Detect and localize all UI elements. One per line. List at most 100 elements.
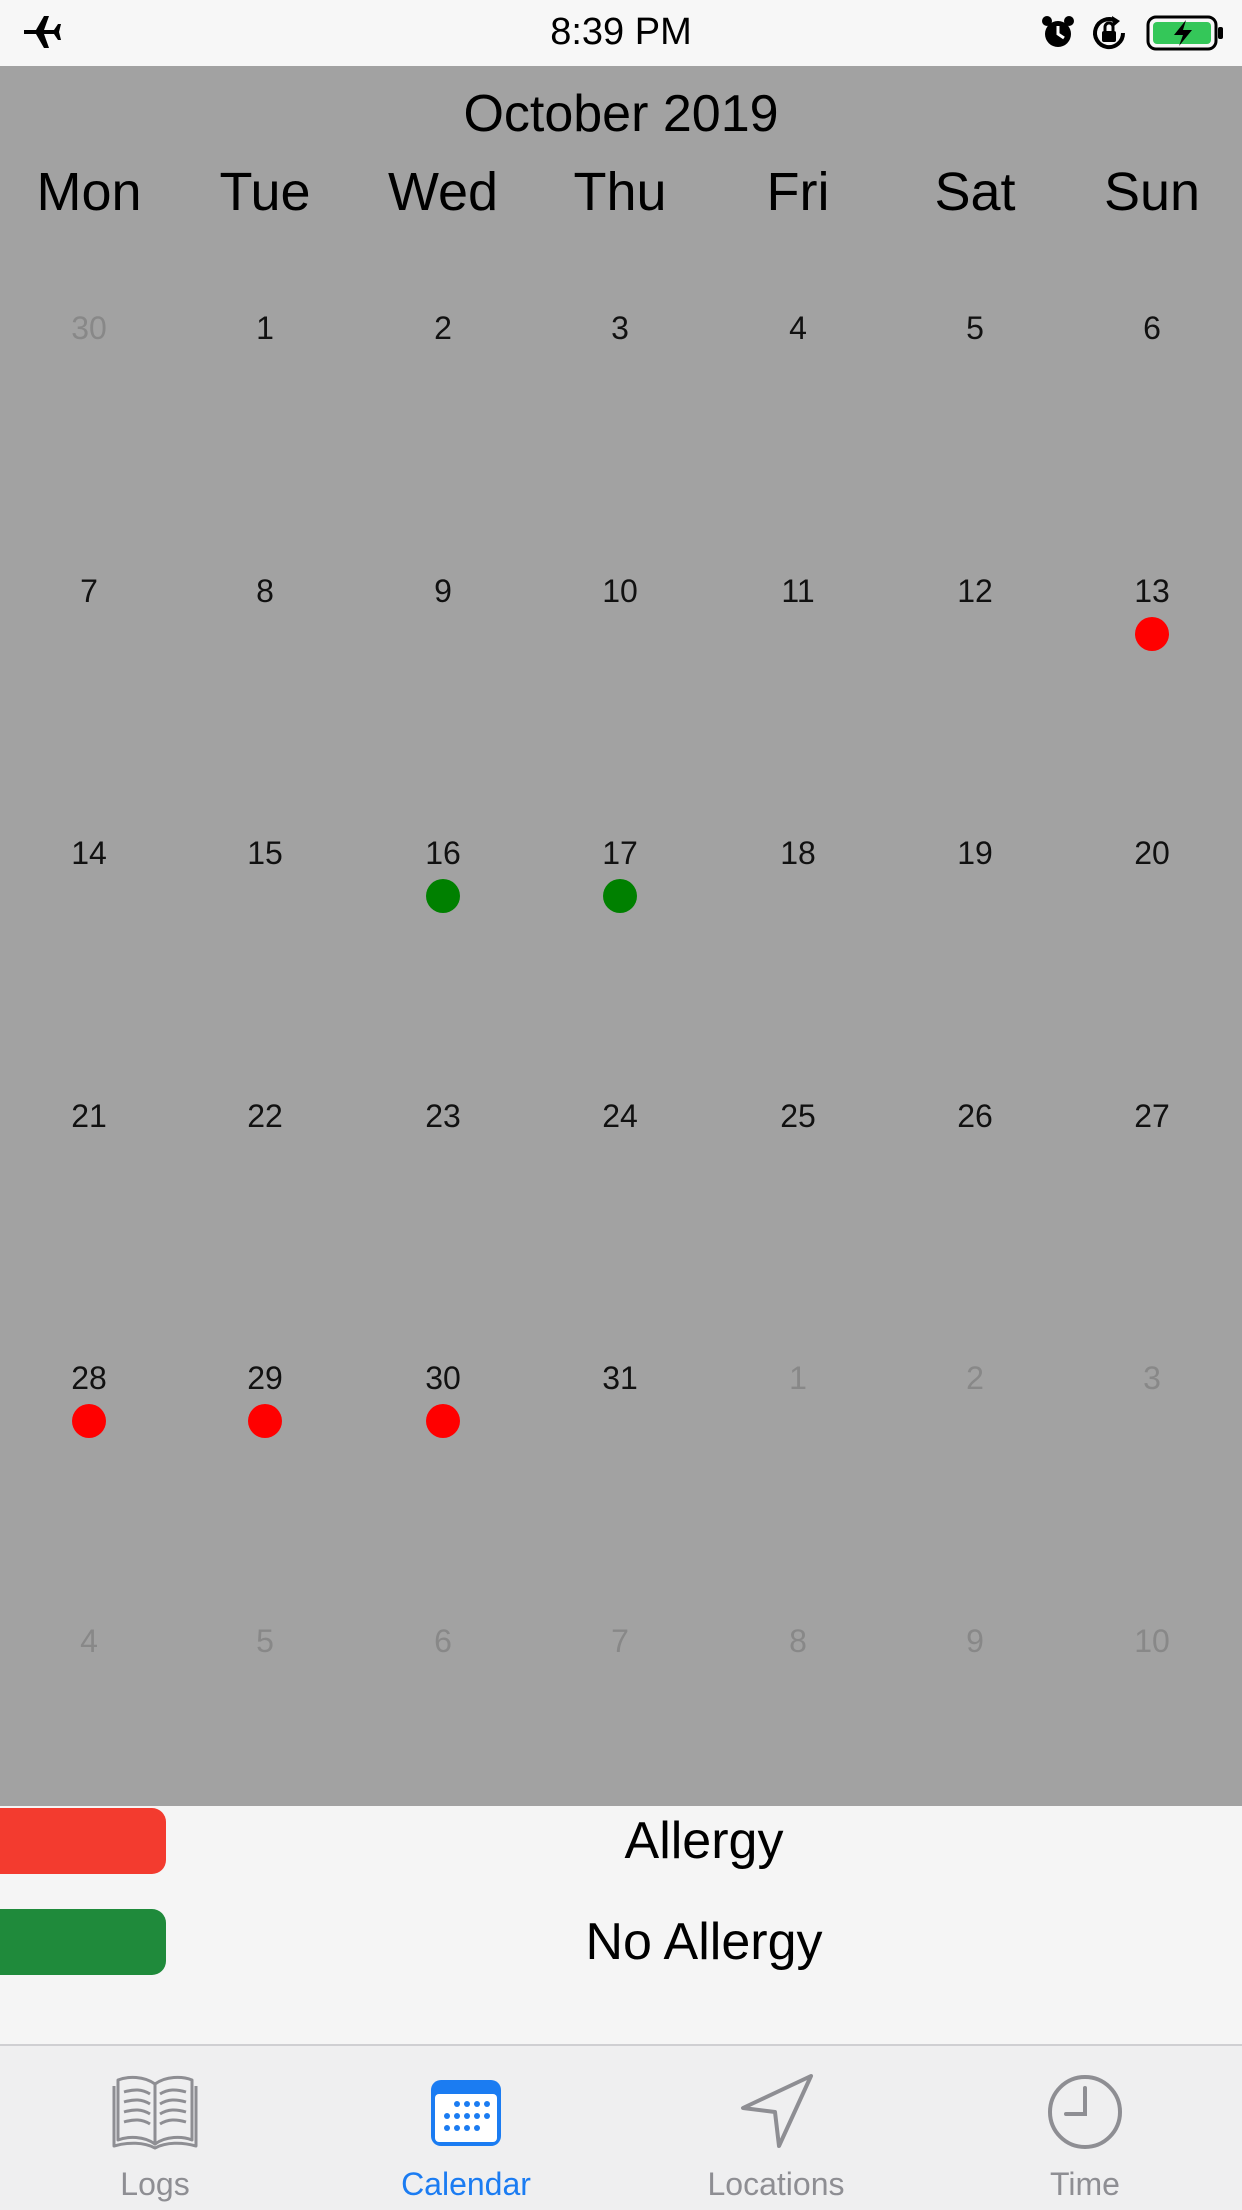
day-number: 30 — [425, 1360, 461, 1396]
weekday-label: Sat — [934, 162, 1016, 222]
legend-label: No Allergy — [585, 1913, 823, 1971]
weekday-label: Thu — [573, 162, 667, 222]
day-cell[interactable]: 15 — [176, 821, 354, 1083]
day-number: 5 — [966, 310, 984, 346]
day-cell[interactable]: 7 — [0, 559, 178, 821]
day-cell[interactable]: 25 — [709, 1084, 887, 1346]
day-cell[interactable]: 14 — [0, 821, 178, 1083]
day-cell[interactable]: 6 — [1063, 296, 1241, 558]
no-allergy-marker — [426, 879, 460, 913]
day-number: 3 — [611, 310, 629, 346]
day-number: 8 — [789, 1623, 807, 1659]
day-number: 23 — [425, 1098, 461, 1134]
day-number: 4 — [80, 1623, 98, 1659]
day-cell[interactable]: 4 — [709, 296, 887, 558]
allergy-marker — [72, 1404, 106, 1438]
day-cell[interactable]: 17 — [531, 821, 709, 1083]
day-cell[interactable]: 1 — [176, 296, 354, 558]
day-cell[interactable]: 26 — [886, 1084, 1064, 1346]
orientation-lock-icon — [1093, 16, 1126, 50]
day-cell[interactable]: 3 — [1063, 1346, 1241, 1608]
day-cell[interactable]: 27 — [1063, 1084, 1241, 1346]
day-number: 14 — [71, 835, 107, 871]
day-number: 3 — [1143, 1360, 1161, 1396]
day-number: 12 — [957, 573, 993, 609]
day-number: 29 — [247, 1360, 283, 1396]
day-cell[interactable]: 8 — [176, 559, 354, 821]
day-number: 30 — [71, 310, 107, 346]
day-number: 15 — [247, 835, 283, 871]
day-cell[interactable]: 21 — [0, 1084, 178, 1346]
day-number: 8 — [256, 573, 274, 609]
day-number: 16 — [425, 835, 461, 871]
weekday-label: Fri — [766, 162, 830, 222]
day-number: 6 — [1143, 310, 1161, 346]
day-cell[interactable]: 29 — [176, 1346, 354, 1608]
day-cell[interactable]: 11 — [709, 559, 887, 821]
weekday-label: Mon — [36, 162, 142, 222]
day-cell[interactable]: 2 — [886, 1346, 1064, 1608]
tab-logs[interactable]: Logs — [5, 2046, 305, 2210]
day-cell[interactable]: 30 — [354, 1346, 532, 1608]
day-cell[interactable]: 22 — [176, 1084, 354, 1346]
day-number: 27 — [1134, 1098, 1170, 1134]
day-number: 25 — [780, 1098, 816, 1134]
day-cell[interactable]: 13 — [1063, 559, 1241, 821]
day-number: 9 — [966, 1623, 984, 1659]
allergy-marker — [1135, 617, 1169, 651]
day-number: 11 — [781, 573, 815, 609]
day-number: 7 — [80, 573, 98, 609]
day-number: 9 — [434, 573, 452, 609]
day-cell[interactable]: 31 — [531, 1346, 709, 1608]
day-number: 20 — [1134, 835, 1170, 871]
day-grid: 30 1 2 3 4 5 6 7 8 9 10 11 12 13 14 15 16 17 18 19 20 21 22 23 2… — [0, 296, 1242, 1806]
tab-locations[interactable]: Locations — [626, 2046, 926, 2210]
day-number: 6 — [434, 1623, 452, 1659]
day-number: 21 — [71, 1098, 107, 1134]
legend-swatch — [0, 1909, 166, 1975]
day-cell[interactable]: 10 — [531, 559, 709, 821]
no-allergy-marker — [603, 879, 637, 913]
day-number: 19 — [957, 835, 993, 871]
month-title: October 2019 — [463, 85, 779, 143]
day-number: 22 — [247, 1098, 283, 1134]
day-cell[interactable]: 16 — [354, 821, 532, 1083]
day-cell[interactable]: 19 — [886, 821, 1064, 1083]
day-number: 2 — [434, 310, 452, 346]
weekday-label: Sun — [1103, 162, 1201, 222]
location-arrow-icon — [741, 2074, 813, 2148]
legend-swatch — [0, 1808, 166, 1874]
tab-calendar[interactable]: Calendar — [316, 2046, 616, 2210]
day-cell[interactable]: 5 — [886, 296, 1064, 558]
book-icon — [112, 2075, 198, 2150]
day-cell[interactable]: 3 — [531, 296, 709, 558]
day-number: 5 — [256, 1623, 274, 1659]
day-cell[interactable]: 30 — [0, 296, 178, 558]
day-cell[interactable]: 2 — [354, 296, 532, 558]
day-cell[interactable]: 1 — [709, 1346, 887, 1608]
status-bar: 8:39 PM — [0, 0, 1242, 66]
day-cell[interactable]: 18 — [709, 821, 887, 1083]
legend-label: Allergy — [624, 1812, 784, 1870]
day-cell[interactable]: 24 — [531, 1084, 709, 1346]
day-cell[interactable]: 23 — [354, 1084, 532, 1346]
tab-label: Time — [1050, 2166, 1120, 2202]
day-number: 7 — [611, 1623, 629, 1659]
day-cell[interactable]: 12 — [886, 559, 1064, 821]
allergy-marker — [426, 1404, 460, 1438]
weekday-header-row: Mon Tue Wed Thu Fri Sat Sun — [0, 152, 1242, 232]
tab-label: Calendar — [401, 2166, 531, 2202]
day-cell[interactable]: 9 — [354, 559, 532, 821]
day-number: 4 — [789, 310, 807, 346]
day-number: 10 — [602, 573, 638, 609]
day-number: 31 — [602, 1360, 638, 1396]
allergy-marker — [248, 1404, 282, 1438]
tab-label: Locations — [707, 2166, 845, 2202]
tab-time[interactable]: Time — [935, 2046, 1235, 2210]
legend: Allergy No Allergy — [0, 1806, 1242, 2044]
day-cell[interactable]: 20 — [1063, 821, 1241, 1083]
day-number: 17 — [602, 835, 638, 871]
alarm-clock-icon — [1042, 16, 1074, 47]
weekday-label: Tue — [219, 162, 311, 222]
day-cell[interactable]: 28 — [0, 1346, 178, 1608]
